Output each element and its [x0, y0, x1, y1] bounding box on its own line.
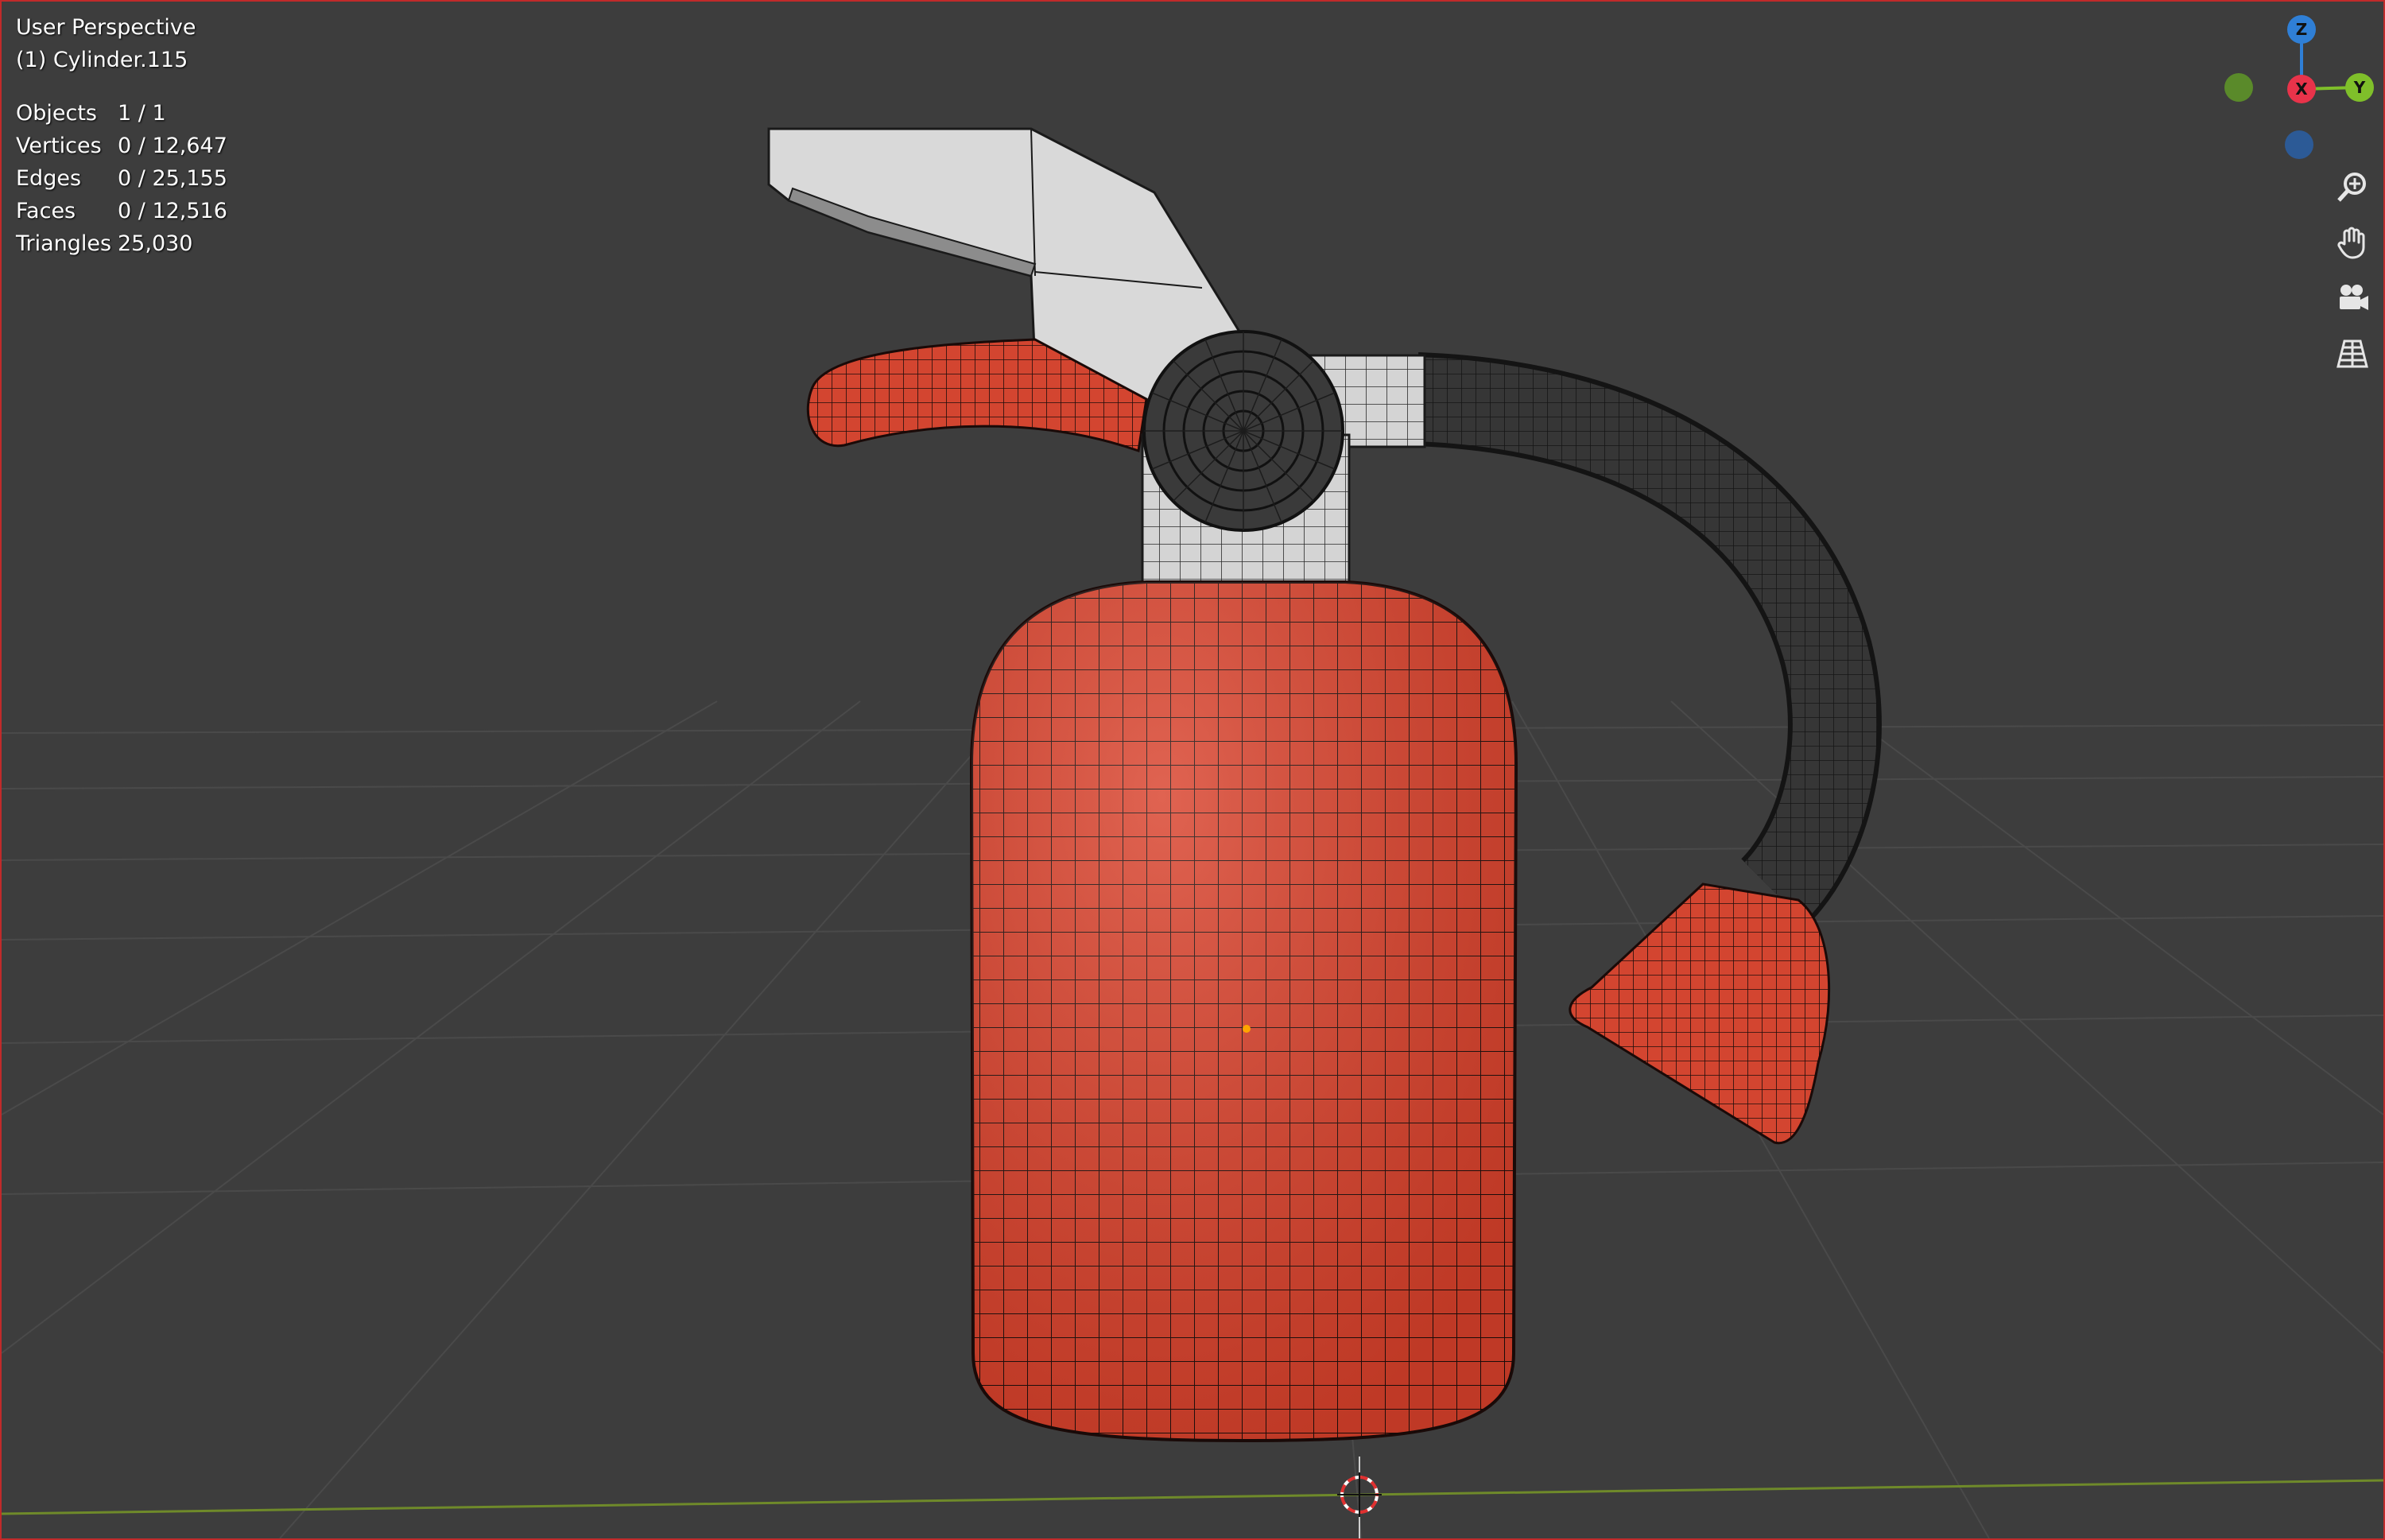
stat-row-triangles: Triangles 25,030 — [16, 227, 227, 260]
stat-row-edges: Edges 0 / 25,155 — [16, 162, 227, 195]
gizmo-neg-z-axis[interactable] — [2285, 130, 2313, 159]
scene-render — [2, 127, 2383, 1538]
pan-hand-icon[interactable] — [2331, 221, 2374, 264]
stat-value: 1 / 1 — [118, 101, 166, 126]
gizmo-neg-y-axis[interactable] — [2224, 73, 2253, 102]
3d-viewport[interactable]: User Perspective (1) Cylinder.115 Object… — [0, 0, 2385, 1540]
stat-label: Triangles — [16, 231, 112, 256]
viewport-info-overlay: User Perspective (1) Cylinder.115 Object… — [16, 11, 227, 260]
stat-row-vertices: Vertices 0 / 12,647 — [16, 130, 227, 162]
view-title: User Perspective — [16, 15, 196, 40]
stat-label: Vertices — [16, 134, 102, 158]
gizmo-x-axis[interactable]: X — [2287, 75, 2316, 103]
valve-disc — [1142, 330, 1344, 532]
object-origin — [1243, 1025, 1251, 1033]
stat-label: Faces — [16, 199, 76, 223]
stat-label: Objects — [16, 101, 98, 126]
stat-value: 0 / 12,647 — [118, 134, 227, 158]
gizmo-z-axis[interactable]: Z — [2287, 15, 2316, 44]
zoom-icon[interactable] — [2331, 165, 2374, 208]
stat-value: 0 / 12,516 — [118, 199, 227, 223]
stat-label: Edges — [16, 166, 82, 191]
3d-cursor — [1337, 1457, 1382, 1538]
active-object-name: (1) Cylinder.115 — [16, 48, 188, 72]
stat-row-objects: Objects 1 / 1 — [16, 97, 227, 130]
scene-statistics: Objects 1 / 1 Vertices 0 / 12,647 Edges … — [16, 97, 227, 260]
camera-view-icon[interactable] — [2331, 277, 2374, 320]
gizmo-y-axis[interactable]: Y — [2345, 73, 2374, 102]
stat-row-faces: Faces 0 / 12,516 — [16, 195, 227, 227]
navigation-gizmo[interactable]: Z X Y — [2220, 10, 2379, 169]
stat-value: 0 / 25,155 — [118, 166, 227, 191]
orthographic-grid-icon[interactable] — [2331, 332, 2374, 375]
x-axis-line — [2, 1479, 2383, 1515]
stat-value: 25,030 — [118, 231, 193, 256]
